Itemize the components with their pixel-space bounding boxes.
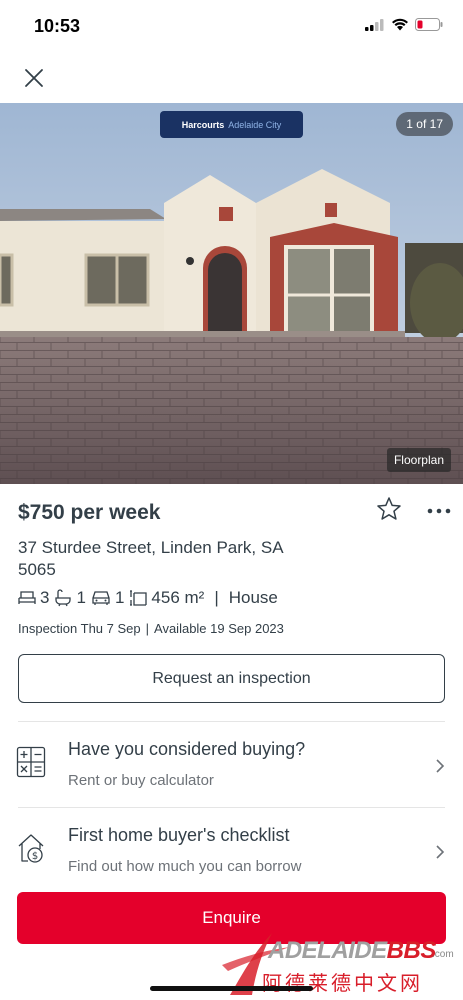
inspection-availability: Inspection Thu 7 Sep | Available 19 Sep 20… [18,621,284,636]
battery-low-icon [415,18,443,31]
agency-office: Adelaide City [228,119,282,130]
request-inspection-button[interactable]: Request an inspection [18,654,445,703]
floorplan-button[interactable]: Floorplan [386,448,451,472]
bedrooms-count: 3 [40,588,50,607]
close-icon [25,69,43,87]
listing-address: 37 Sturdee Street, Linden Park, SA 5065 [18,538,283,579]
watermark-brand-prefix: ADELAIDE [268,937,387,964]
chevron-right-icon [436,845,445,859]
promo-rent-or-buy[interactable]: Have you considered buying? Rent or buy … [0,722,463,808]
watermark-chinese: 阿德莱德中文网 [262,973,423,995]
car-icon [92,591,110,605]
chevron-right-icon [436,759,445,773]
promo-subtitle: Rent or buy calculator [68,772,214,789]
property-type: House [228,588,278,607]
promo-title: Have you considered buying? [68,739,306,759]
watermark-brand: ADELAIDEBBS [268,937,436,965]
promo-title: First home buyer's checklist [68,825,290,845]
calculator-icon [16,746,46,778]
home-indicator[interactable] [150,986,313,991]
bath-icon [55,589,72,607]
feature-parking: 1 [91,588,124,608]
cellular-signal-icon [365,18,384,31]
feature-bedrooms: 3 [18,588,49,608]
promo-first-home-checklist[interactable]: $ First home buyer's checklist Find out … [0,808,463,894]
listing-price: $750 per week [18,501,161,524]
photo-counter: 1 of 17 [396,112,453,136]
land-size-icon [130,590,148,606]
watermark-domain: .com [432,949,454,960]
property-photo [0,103,463,484]
property-photo-gallery[interactable]: Harcourts Adelaide City 1 of 17 Floorpla… [0,103,463,484]
wifi-icon [392,18,408,31]
feature-land-size: 456 m² [129,588,204,608]
status-icons [365,18,443,31]
feature-separator: | [214,588,219,607]
agency-logo: Harcourts Adelaide City [160,111,303,138]
more-options-button[interactable] [427,503,451,514]
parking-count: 1 [114,588,125,607]
available-date: Available 19 Sep 2023 [154,621,284,636]
status-time: 10:53 [34,16,81,36]
svg-text:$: $ [32,851,38,862]
more-horizontal-icon [427,508,451,514]
promo-subtitle: Find out how much you can borrow [68,858,302,875]
house-dollar-icon: $ [18,834,44,863]
watermark-brand-suffix: BBS [386,937,437,964]
listing-features: 3 1 1 456 m² | House [18,588,278,608]
bathrooms-count: 1 [76,588,86,607]
close-button[interactable] [20,64,48,92]
inspection-time: Inspection Thu 7 Sep [18,621,141,636]
agency-brand: Harcourts [181,119,225,130]
land-size-value: 456 m² [151,588,205,607]
status-bar: 10:53 [0,0,463,54]
feature-bathrooms: 1 [54,588,86,608]
save-listing-button[interactable] [376,496,402,522]
bed-icon [18,591,36,604]
star-icon [377,497,401,520]
inspection-separator: | [145,621,150,636]
